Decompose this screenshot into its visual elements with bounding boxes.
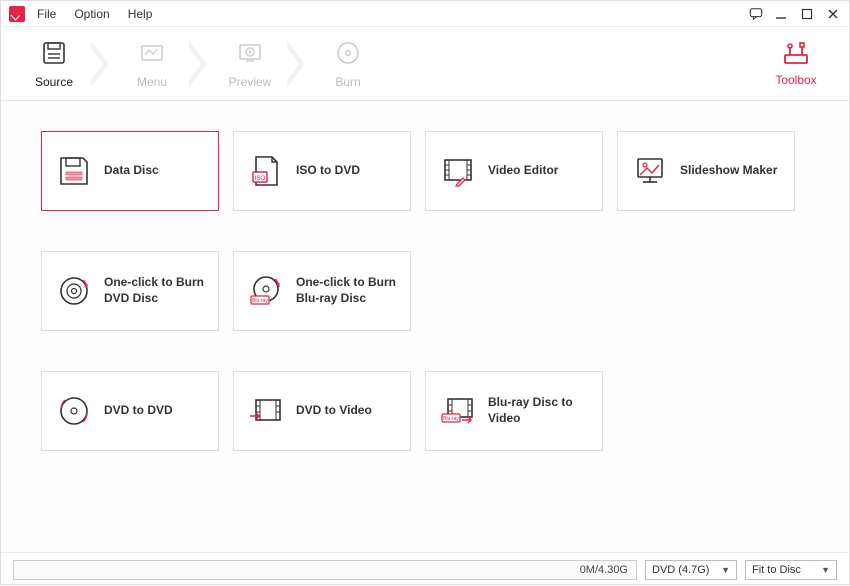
disc-usage-bar: 0M/4.30G xyxy=(13,560,637,580)
toolbox-label: Toolbox xyxy=(775,73,816,87)
slideshow-icon xyxy=(632,153,668,189)
one-click-bluray-icon: Blu-ray xyxy=(248,273,284,309)
step-source-label: Source xyxy=(35,75,73,89)
maximize-button[interactable] xyxy=(801,8,815,20)
fit-option-select[interactable]: Fit to Disc ▼ xyxy=(745,560,837,580)
step-burn[interactable]: Burn xyxy=(313,39,383,89)
step-preview-label: Preview xyxy=(229,75,272,89)
title-bar: File Option Help xyxy=(1,1,849,27)
iso-icon: ISO xyxy=(248,153,284,189)
card-dvd-to-dvd[interactable]: DVD to DVD xyxy=(41,371,219,451)
fit-option-value: Fit to Disc xyxy=(752,564,801,576)
menu-file[interactable]: File xyxy=(37,7,56,21)
card-iso-to-dvd[interactable]: ISO ISO to DVD xyxy=(233,131,411,211)
card-slideshow-maker[interactable]: Slideshow Maker xyxy=(617,131,795,211)
chevron-down-icon: ▼ xyxy=(821,565,830,575)
disc-type-value: DVD (4.7G) xyxy=(652,564,709,576)
card-dvd-to-video[interactable]: DVD to Video xyxy=(233,371,411,451)
dvd-to-dvd-icon xyxy=(56,393,92,429)
menu-option[interactable]: Option xyxy=(74,7,109,21)
step-arrow-icon xyxy=(189,41,213,87)
step-preview[interactable]: Preview xyxy=(215,39,285,89)
card-dvd-to-video-label: DVD to Video xyxy=(296,403,372,419)
toolbox-icon xyxy=(781,41,811,67)
tools-grid: Data Disc ISO ISO to DVD Video Editor Sl… xyxy=(1,101,849,552)
card-dvd-to-dvd-label: DVD to DVD xyxy=(104,403,173,419)
toolbox-button[interactable]: Toolbox xyxy=(761,41,831,87)
data-disc-icon xyxy=(56,153,92,189)
video-editor-icon xyxy=(440,153,476,189)
menu-step-icon xyxy=(138,39,166,67)
card-data-disc-label: Data Disc xyxy=(104,163,159,179)
step-source[interactable]: Source xyxy=(19,39,89,89)
step-menu[interactable]: Menu xyxy=(117,39,187,89)
workflow-steps: Source Menu Preview Burn Toolbox xyxy=(1,27,849,101)
app-logo-icon xyxy=(9,6,25,22)
card-bluray-to-video[interactable]: Blu-ray Blu-ray Disc to Video xyxy=(425,371,603,451)
one-click-dvd-icon xyxy=(56,273,92,309)
feedback-icon[interactable] xyxy=(749,7,763,21)
source-icon xyxy=(40,39,68,67)
preview-step-icon xyxy=(236,39,264,67)
card-one-click-dvd-label: One-click to Burn DVD Disc xyxy=(104,275,204,306)
card-slideshow-maker-label: Slideshow Maker xyxy=(680,163,777,179)
close-button[interactable] xyxy=(827,8,841,20)
card-one-click-bluray[interactable]: Blu-ray One-click to Burn Blu-ray Disc xyxy=(233,251,411,331)
window-controls xyxy=(749,7,841,21)
card-data-disc[interactable]: Data Disc xyxy=(41,131,219,211)
step-burn-label: Burn xyxy=(335,75,360,89)
dvd-to-video-icon xyxy=(248,393,284,429)
step-menu-label: Menu xyxy=(137,75,167,89)
card-iso-to-dvd-label: ISO to DVD xyxy=(296,163,360,179)
card-one-click-bluray-label: One-click to Burn Blu-ray Disc xyxy=(296,275,396,306)
bluray-to-video-icon: Blu-ray xyxy=(440,393,476,429)
minimize-button[interactable] xyxy=(775,8,789,20)
svg-text:Blu-ray: Blu-ray xyxy=(252,298,268,304)
card-bluray-to-video-label: Blu-ray Disc to Video xyxy=(488,395,588,426)
card-one-click-dvd[interactable]: One-click to Burn DVD Disc xyxy=(41,251,219,331)
chevron-down-icon: ▼ xyxy=(721,565,730,575)
status-bar: 0M/4.30G DVD (4.7G) ▼ Fit to Disc ▼ xyxy=(1,552,849,586)
menu-help[interactable]: Help xyxy=(128,7,153,21)
svg-text:Blu-ray: Blu-ray xyxy=(443,416,459,422)
card-video-editor-label: Video Editor xyxy=(488,163,558,179)
disc-usage-text: 0M/4.30G xyxy=(580,564,628,576)
disc-type-select[interactable]: DVD (4.7G) ▼ xyxy=(645,560,737,580)
main-menu: File Option Help xyxy=(37,7,152,21)
card-video-editor[interactable]: Video Editor xyxy=(425,131,603,211)
step-arrow-icon xyxy=(287,41,311,87)
step-arrow-icon xyxy=(91,41,115,87)
burn-step-icon xyxy=(334,39,362,67)
svg-text:ISO: ISO xyxy=(255,176,266,182)
